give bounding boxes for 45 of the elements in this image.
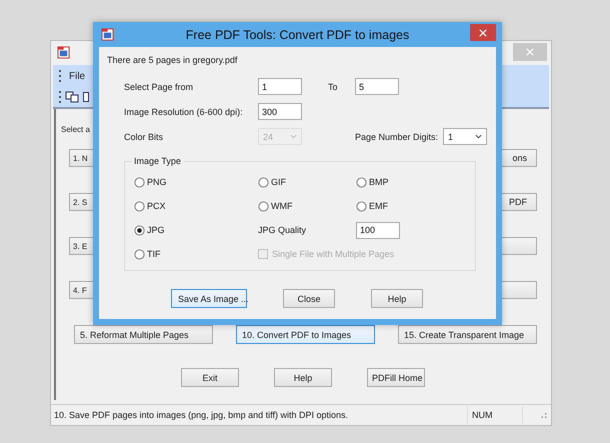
radio-option[interactable]: WMF (258, 200, 292, 212)
radio-option[interactable]: EMF (356, 200, 388, 212)
tool-button[interactable]: 5. Reformat Multiple Pages (74, 325, 213, 344)
input-field[interactable]: 300 (258, 103, 302, 120)
input-field[interactable]: 100 (356, 222, 400, 238)
chevron-icon (475, 134, 482, 139)
chevron-icon (290, 134, 297, 139)
copy-icon[interactable] (65, 91, 79, 103)
action-button[interactable]: Exit (181, 368, 239, 387)
field-label: Color Bits (124, 132, 164, 142)
close-icon (479, 28, 487, 36)
app-icon (57, 46, 70, 58)
radio-option[interactable]: BMP (356, 176, 389, 188)
status-indicator: NUM (467, 406, 523, 424)
prompt-text: Select a (61, 125, 90, 136)
radio-option[interactable]: PCX (134, 200, 166, 212)
field-label: Select Page from (124, 82, 194, 92)
tool-button[interactable]: 10. Convert PDF to Images (236, 325, 375, 344)
info-text: There are 5 pages in gregory.pdf (107, 55, 238, 67)
field-label: Page Number Digits: (355, 132, 440, 142)
page-icon[interactable] (83, 92, 89, 102)
group-title: Image Type (131, 156, 184, 166)
dialog-button[interactable]: Close (283, 289, 335, 308)
action-button[interactable]: PDFill Home (367, 368, 425, 387)
field-label: To (327, 82, 339, 92)
input-field[interactable]: 1 (258, 78, 302, 95)
input-field[interactable]: 5 (355, 78, 399, 95)
dropdown[interactable]: 1 (443, 128, 487, 145)
radio-option[interactable]: PNG (134, 176, 167, 188)
radio-option[interactable]: GIF (258, 176, 286, 188)
close-button[interactable] (470, 24, 496, 41)
radio-option[interactable]: JPG (134, 224, 165, 236)
dialog-button[interactable]: Help (371, 289, 423, 308)
app-icon (101, 28, 114, 41)
status-message: 10. Save PDF pages into images (png, jpg, bmp and tiff) with DPI options. (54, 410, 349, 420)
close-icon (526, 48, 534, 56)
tool-button[interactable]: 15. Create Transparent Image (398, 325, 537, 344)
field-label: JPG Quality (258, 225, 306, 235)
field-label: Image Resolution (6-600 dpi): (124, 106, 244, 116)
menu-item[interactable]: File (69, 70, 86, 82)
dialog-button[interactable]: Save As Image ... (171, 289, 247, 308)
resize-grip-icon[interactable] (539, 411, 547, 419)
action-button[interactable]: Help (274, 368, 332, 387)
radio-option[interactable]: TIF (134, 248, 160, 260)
window-title: Free PDF Tools: Convert PDF to images (186, 28, 410, 42)
